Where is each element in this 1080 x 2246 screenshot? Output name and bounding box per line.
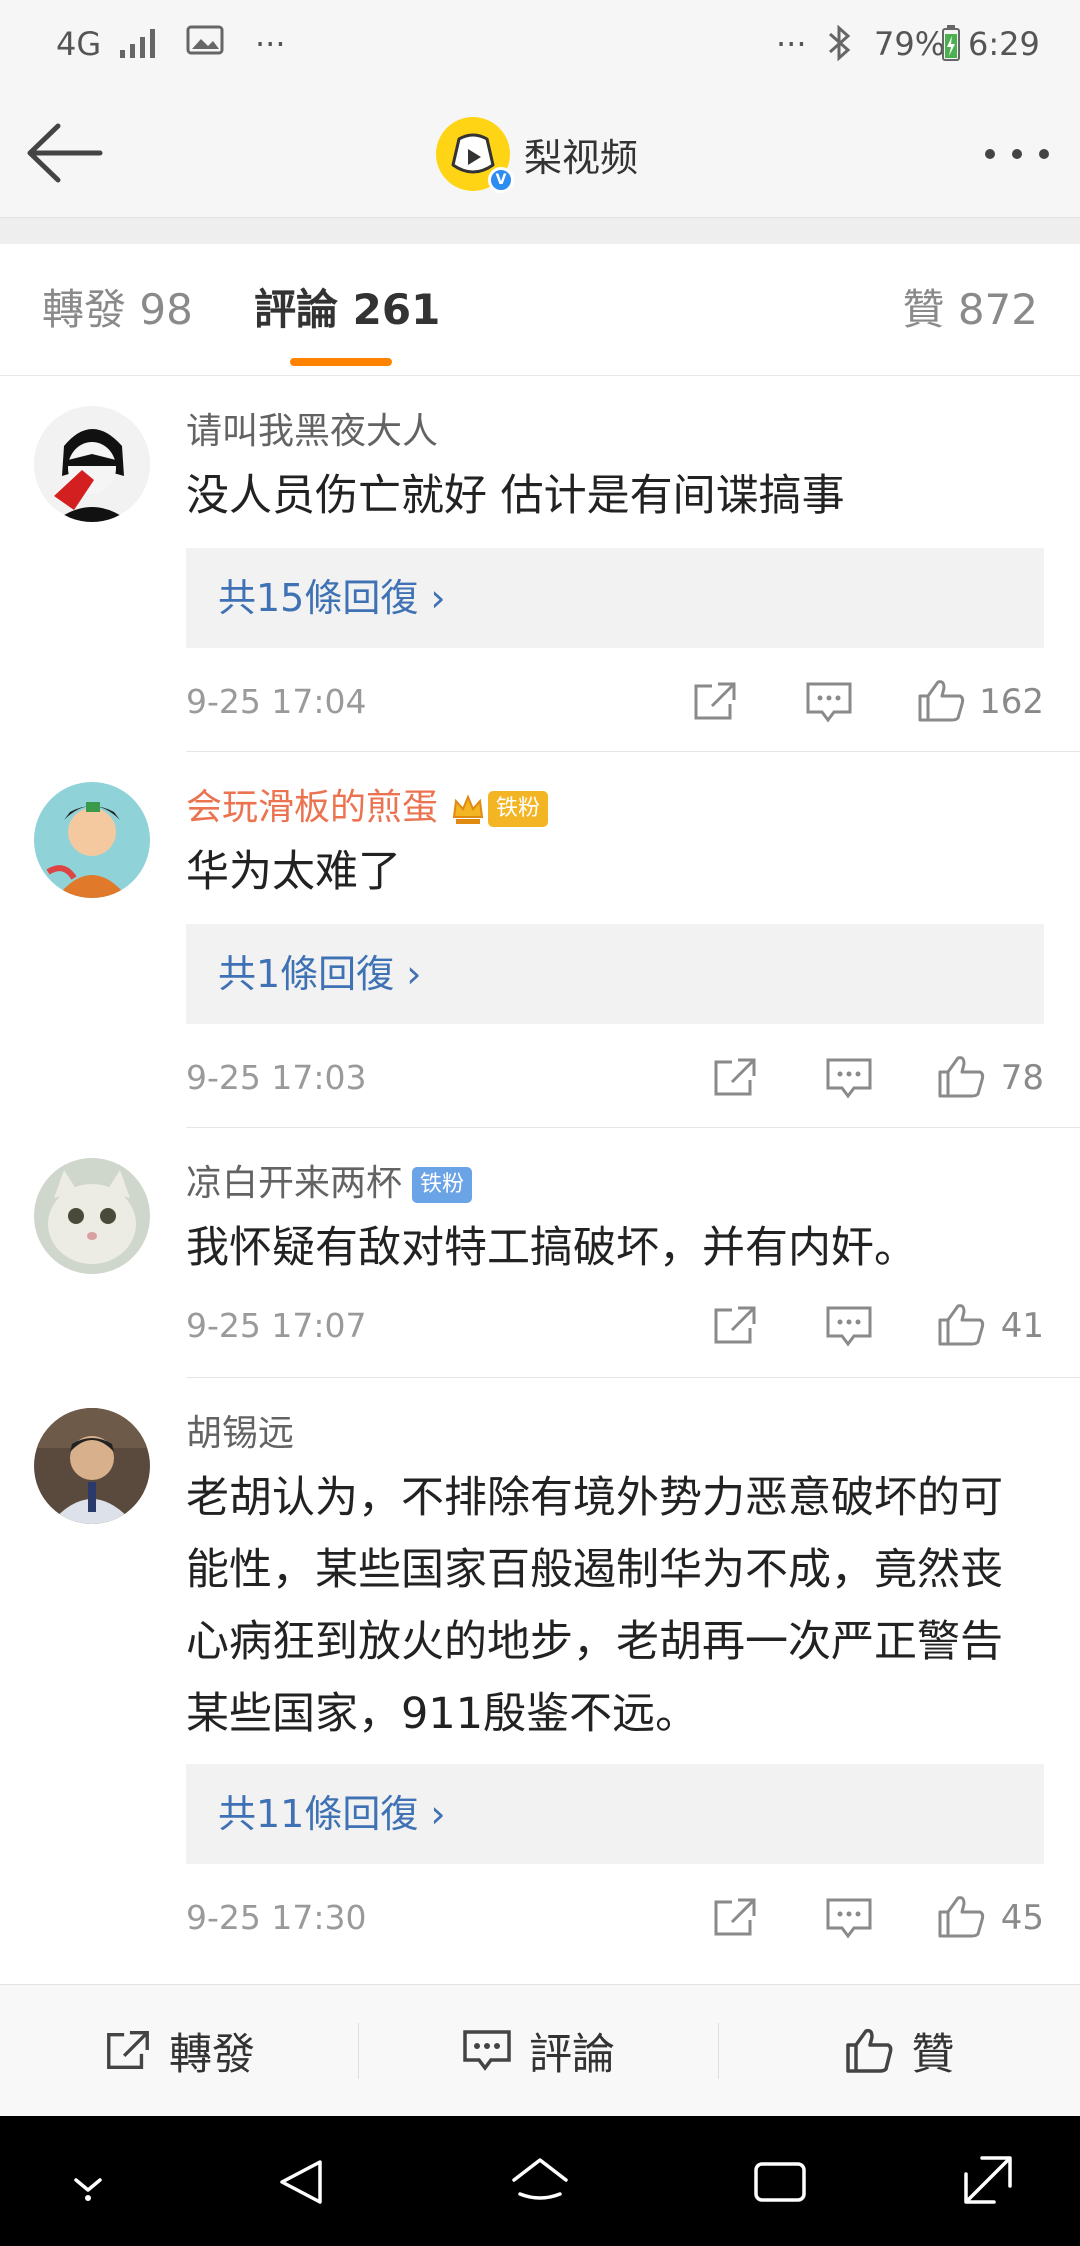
back-button[interactable] — [22, 120, 108, 186]
account-name: 梨视频 — [524, 135, 639, 180]
avatar[interactable] — [34, 782, 150, 898]
comment-text: 华为太难了 — [186, 847, 401, 897]
comment-text: 我怀疑有敌对特工搞破坏，并有内奸。 — [186, 1223, 917, 1273]
fan-badge: 铁粉 — [412, 1167, 473, 1203]
comment-icon[interactable] — [824, 1304, 876, 1348]
username-text: 会玩滑板的煎蛋 — [186, 787, 439, 828]
repost-label: 轉發 — [169, 2030, 255, 2080]
comment-text-line: 心病狂到放火的地步，老胡再一次严正警告 — [186, 1617, 1003, 1667]
avatar[interactable] — [34, 1158, 150, 1274]
like-icon[interactable] — [936, 1302, 988, 1346]
repost-icon — [107, 2031, 149, 2070]
replies-link[interactable]: 共1條回復 › — [186, 924, 1044, 1024]
replies-link[interactable]: 共15條回復 › — [186, 548, 1044, 648]
top-navigation-bar: V 梨视频 — [0, 90, 1080, 218]
comment-text: 没人员伤亡就好 估计是有间谍搞事 — [186, 471, 845, 521]
clock: 6:29 — [968, 25, 1040, 63]
replies-count: 共1條回復 › — [218, 952, 422, 996]
avatar[interactable] — [34, 406, 150, 522]
recents-icon — [754, 2162, 806, 2202]
battery-percent: 79% — [874, 25, 946, 63]
comment-text-line: 老胡认为，不排除有境外势力恶意破坏的可 — [186, 1473, 1003, 1523]
crown-icon — [452, 794, 484, 824]
like-count: 78 — [1000, 1058, 1044, 1098]
fan-badge: 铁粉 — [488, 791, 549, 827]
triangle-back-icon — [280, 2160, 322, 2204]
like-label: 贊 — [911, 2030, 955, 2080]
like-count: 45 — [1000, 1898, 1044, 1938]
comment-date: 9-25 17:04 — [186, 682, 367, 721]
comment-date: 9-25 17:03 — [186, 1058, 367, 1097]
nav-recents-button[interactable] — [750, 2154, 810, 2210]
comment-date: 9-25 17:30 — [186, 1898, 367, 1937]
hide-navbar-button[interactable] — [58, 2154, 118, 2210]
verified-badge: V — [488, 167, 514, 193]
like-icon — [845, 2028, 892, 2073]
signal-icon — [118, 24, 162, 69]
tab-comments[interactable]: 評論 261 — [254, 282, 440, 338]
image-icon — [186, 24, 224, 65]
nav-home-button[interactable] — [510, 2154, 570, 2210]
share-icon[interactable] — [710, 1304, 762, 1348]
like-icon[interactable] — [936, 1894, 988, 1938]
comment-username[interactable]: 凉白开来两杯 铁粉 — [186, 1160, 473, 1208]
like-button[interactable]: 贊 — [718, 1985, 1080, 2117]
share-icon[interactable] — [690, 680, 742, 724]
active-tab-indicator — [290, 358, 392, 366]
username-text: 凉白开来两杯 — [186, 1163, 403, 1204]
section-gap — [0, 218, 1080, 244]
back-arrow-icon — [27, 123, 103, 183]
comment-button[interactable]: 評論 — [358, 1985, 718, 2117]
chevron-down-icon — [74, 2178, 102, 2201]
overflow-icon: ··· — [776, 25, 807, 63]
comment-item: 请叫我黑夜大人 没人员伤亡就好 估计是有间谍搞事 共15條回復 › 9-25 1… — [0, 376, 1080, 752]
like-count: 41 — [1000, 1306, 1044, 1346]
share-icon[interactable] — [710, 1896, 762, 1940]
more-options-button[interactable] — [982, 134, 1052, 174]
comment-date: 9-25 17:07 — [186, 1306, 367, 1345]
replies-count: 共15條回復 › — [218, 576, 446, 620]
pear-video-logo: V — [436, 117, 514, 193]
comment-username[interactable]: 会玩滑板的煎蛋 铁粉 — [186, 784, 549, 832]
repost-button[interactable]: 轉發 — [0, 1985, 358, 2117]
status-bar: 4G ··· ··· 79% 6:29 — [0, 0, 1080, 90]
comment-icon[interactable] — [824, 1056, 876, 1100]
replies-link[interactable]: 共11條回復 › — [186, 1764, 1044, 1864]
share-icon[interactable] — [710, 1056, 762, 1100]
comment-text-line: 能性，某些国家百般遏制华为不成，竟然丧 — [186, 1545, 1003, 1595]
nav-expand-button[interactable] — [958, 2154, 1018, 2210]
system-navigation-bar — [0, 2116, 1080, 2246]
more-notifications-icon: ··· — [255, 25, 286, 63]
like-icon[interactable] — [936, 1054, 988, 1098]
battery-icon — [941, 24, 961, 71]
comment-icon[interactable] — [804, 680, 856, 724]
like-count: 162 — [979, 682, 1044, 722]
comment-username[interactable]: 请叫我黑夜大人 — [186, 408, 438, 456]
tab-likes[interactable]: 贊 872 — [902, 282, 1038, 338]
comment-text: 老胡认为，不排除有境外势力恶意破坏的可 能性，某些国家百般遏制华为不成，竟然丧 … — [186, 1462, 1046, 1750]
comment-label: 評論 — [529, 2030, 615, 2080]
comment-item: 凉白开来两杯 铁粉 我怀疑有敌对特工搞破坏，并有内奸。 9-25 17:07 41 — [0, 1128, 1080, 1378]
comment-icon — [463, 2030, 511, 2071]
tab-reposts[interactable]: 轉發 98 — [42, 282, 193, 338]
like-icon[interactable] — [916, 678, 968, 722]
account-title[interactable]: V 梨视频 — [436, 116, 639, 193]
bottom-action-bar: 轉發 評論 贊 — [0, 1984, 1080, 2116]
comment-icon[interactable] — [824, 1896, 876, 1940]
network-indicator: 4G — [56, 25, 102, 63]
comment-item: 会玩滑板的煎蛋 铁粉 华为太难了 共1條回復 › 9-25 17:03 78 — [0, 752, 1080, 1128]
home-icon — [512, 2158, 568, 2200]
avatar[interactable] — [34, 1408, 150, 1524]
nav-back-button[interactable] — [272, 2154, 332, 2210]
comment-text-line: 某些国家，911殷鉴不远。 — [186, 1689, 699, 1739]
replies-count: 共11條回復 › — [218, 1792, 446, 1836]
tab-bar: 轉發 98 評論 261 贊 872 — [0, 244, 1080, 376]
comment-item: 胡锡远 老胡认为，不排除有境外势力恶意破坏的可 能性，某些国家百般遏制华为不成，… — [0, 1378, 1080, 1968]
comment-username[interactable]: 胡锡远 — [186, 1410, 294, 1458]
expand-icon — [964, 2156, 1012, 2204]
bluetooth-icon — [826, 24, 852, 71]
more-dots-icon — [985, 149, 1049, 159]
